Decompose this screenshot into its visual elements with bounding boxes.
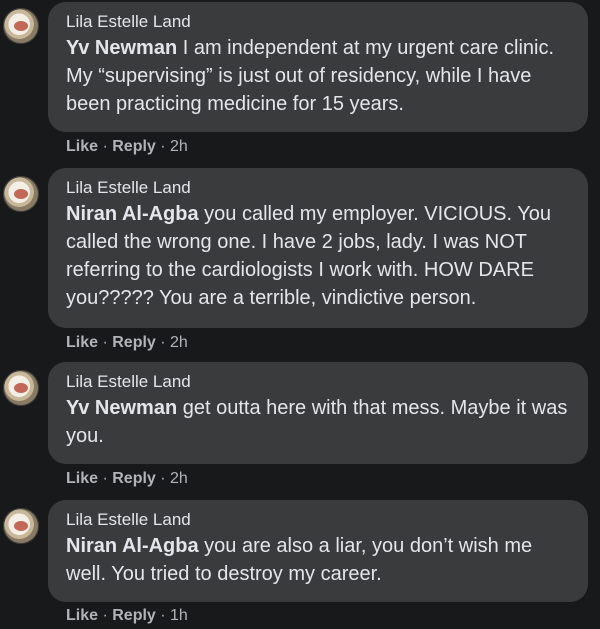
comment-actions: Like · Reply · 1h (66, 607, 188, 625)
reply-button[interactable]: Reply (112, 470, 156, 487)
like-button[interactable]: Like (66, 607, 98, 624)
comment-bubble: Lila Estelle Land Niran Al-Agba you call… (48, 168, 588, 328)
separator: · (155, 470, 171, 487)
comment-author[interactable]: Lila Estelle Land (66, 12, 576, 32)
like-button[interactable]: Like (66, 334, 98, 351)
like-button[interactable]: Like (66, 470, 98, 487)
comment-bubble: Lila Estelle Land Niran Al-Agba you are … (48, 500, 588, 602)
timestamp[interactable]: 2h (170, 470, 188, 487)
reply-button[interactable]: Reply (112, 138, 156, 155)
reply-button[interactable]: Reply (112, 607, 156, 624)
mention-link[interactable]: Niran Al-Agba (66, 203, 199, 225)
comment-actions: Like · Reply · 2h (66, 138, 188, 156)
comment-actions: Like · Reply · 2h (66, 470, 188, 488)
like-button[interactable]: Like (66, 138, 98, 155)
mention-link[interactable]: Yv Newman (66, 397, 177, 419)
comment-text: Niran Al-Agba you are also a liar, you d… (66, 532, 576, 588)
separator: · (98, 607, 113, 624)
timestamp[interactable]: 2h (170, 334, 188, 351)
separator: · (98, 470, 113, 487)
comment-author[interactable]: Lila Estelle Land (66, 178, 576, 198)
separator: · (155, 138, 171, 155)
timestamp[interactable]: 1h (170, 607, 188, 624)
comment-author[interactable]: Lila Estelle Land (66, 372, 576, 392)
avatar[interactable] (3, 8, 39, 44)
separator: · (98, 138, 113, 155)
separator: · (98, 334, 113, 351)
avatar[interactable] (3, 508, 39, 544)
mention-link[interactable]: Niran Al-Agba (66, 535, 199, 557)
comment-text: Yv Newman get outta here with that mess.… (66, 394, 576, 450)
comment-bubble: Lila Estelle Land Yv Newman get outta he… (48, 362, 588, 464)
comment-author[interactable]: Lila Estelle Land (66, 510, 576, 530)
comment-actions: Like · Reply · 2h (66, 334, 188, 352)
comment-text: Yv Newman I am independent at my urgent … (66, 34, 576, 118)
reply-button[interactable]: Reply (112, 334, 156, 351)
separator: · (155, 334, 171, 351)
comment-text: Niran Al-Agba you called my employer. VI… (66, 200, 576, 312)
mention-link[interactable]: Yv Newman (66, 37, 177, 59)
separator: · (155, 607, 171, 624)
avatar[interactable] (3, 176, 39, 212)
timestamp[interactable]: 2h (170, 138, 188, 155)
comment-bubble: Lila Estelle Land Yv Newman I am indepen… (48, 2, 588, 132)
avatar[interactable] (3, 370, 39, 406)
